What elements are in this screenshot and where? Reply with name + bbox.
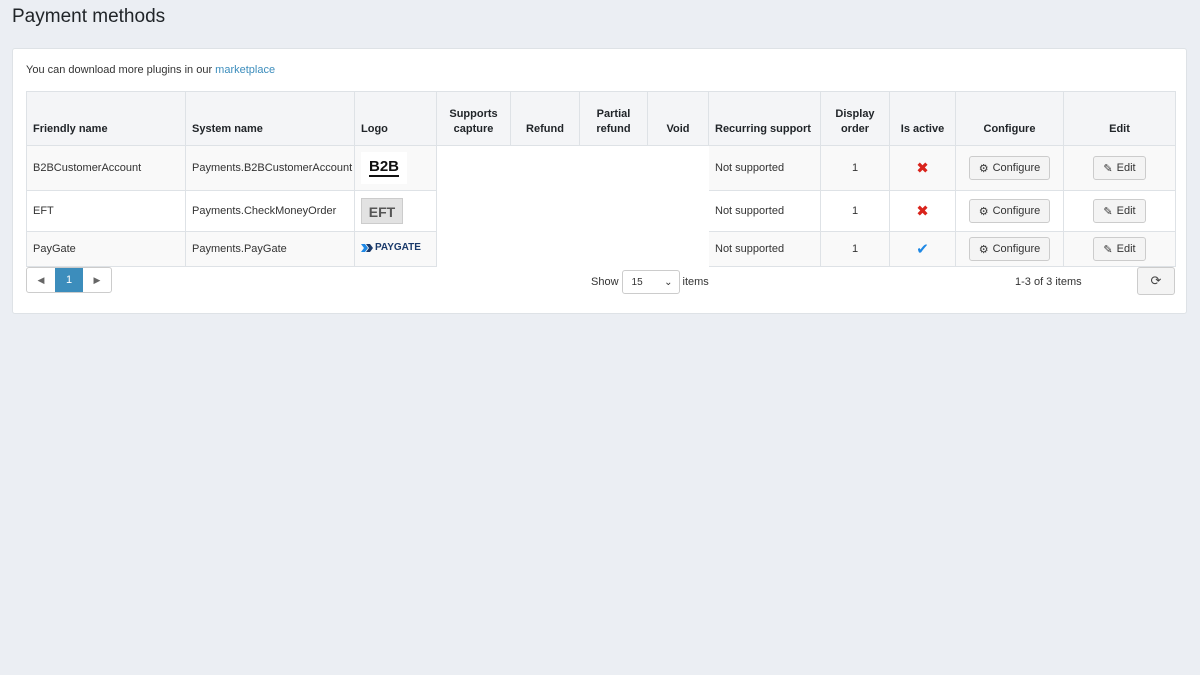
cell-configure: ⚙ Configure — [955, 145, 1064, 191]
cell-supports-capture — [436, 231, 511, 267]
configure-button[interactable]: ⚙ Configure — [968, 199, 1051, 223]
cell-partial-refund — [579, 231, 648, 267]
paygate-logo: PAYGATE — [361, 242, 421, 253]
triangle-right-icon: ▶ — [93, 274, 101, 285]
col-configure: Configure — [955, 91, 1064, 146]
cell-edit: ✎ Edit — [1063, 231, 1176, 267]
cell-system-name: Payments.CheckMoneyOrder — [185, 190, 355, 232]
items-label: items — [682, 276, 709, 288]
col-edit: Edit — [1063, 91, 1176, 146]
cell-is-active: ✔ — [889, 231, 956, 267]
cell-logo: B2B — [354, 145, 437, 191]
configure-button[interactable]: ⚙ Configure — [968, 237, 1051, 261]
cell-void — [647, 145, 709, 191]
cell-is-active: ✖ — [889, 145, 956, 191]
configure-button[interactable]: ⚙ Configure — [968, 156, 1051, 180]
cell-refund — [510, 190, 580, 232]
edit-button[interactable]: ✎ Edit — [1093, 237, 1146, 261]
payment-methods-table: Friendly name System name Logo Supports c… — [26, 91, 1176, 267]
triangle-left-icon: ◀ — [37, 274, 45, 285]
gear-icon: ⚙ — [978, 243, 989, 256]
cell-refund — [510, 231, 580, 267]
pencil-icon: ✎ — [1103, 205, 1113, 218]
col-refund[interactable]: Refund — [510, 91, 580, 146]
cell-system-name: Payments.PayGate — [185, 231, 355, 267]
cell-system-name: Payments.B2BCustomerAccount — [185, 145, 355, 191]
show-label: Show — [591, 276, 619, 288]
col-friendly-name[interactable]: Friendly name — [26, 91, 186, 146]
cell-display-order: 1 — [820, 231, 890, 267]
marketplace-link[interactable]: marketplace — [215, 64, 275, 76]
cell-logo: EFT — [354, 190, 437, 232]
cell-friendly-name: B2BCustomerAccount — [26, 145, 186, 191]
page-title: Payment methods — [12, 6, 166, 27]
b2b-logo: B2B — [361, 152, 407, 184]
refresh-button[interactable]: ⟳ — [1137, 267, 1175, 295]
col-is-active[interactable]: Is active — [889, 91, 956, 146]
cell-friendly-name: PayGate — [26, 231, 186, 267]
col-system-name[interactable]: System name — [185, 91, 355, 146]
items-summary: 1-3 of 3 items — [1015, 276, 1082, 288]
cell-configure: ⚙ Configure — [955, 231, 1064, 267]
next-page-button[interactable]: ▶ — [83, 268, 111, 292]
prev-page-button[interactable]: ◀ — [27, 268, 55, 292]
cell-is-active: ✖ — [889, 190, 956, 232]
cell-partial-refund — [579, 145, 648, 191]
cell-recurring: Not supported — [708, 231, 821, 267]
page-size-select[interactable]: 15 ⌄ — [621, 270, 680, 294]
edit-button[interactable]: ✎ Edit — [1093, 199, 1146, 223]
notice-text: You can download more plugins in our — [26, 64, 216, 76]
page-1-button[interactable]: 1 — [55, 268, 83, 292]
chevron-down-icon: ⌄ — [664, 276, 673, 288]
cell-logo: PAYGATE — [354, 231, 437, 267]
refresh-icon: ⟳ — [1150, 273, 1162, 288]
cell-edit: ✎ Edit — [1063, 145, 1176, 191]
cell-configure: ⚙ Configure — [955, 190, 1064, 232]
eft-logo: EFT — [361, 198, 403, 224]
col-logo: Logo — [354, 91, 437, 146]
active-check-icon: ✔ — [916, 241, 929, 258]
cell-refund — [510, 145, 580, 191]
marketplace-notice: You can download more plugins in our mar… — [26, 64, 275, 76]
cell-recurring: Not supported — [708, 145, 821, 191]
cell-supports-capture — [436, 145, 511, 191]
pencil-icon: ✎ — [1103, 243, 1113, 256]
cell-partial-refund — [579, 190, 648, 232]
page-size-control: Show 15 ⌄ items — [591, 270, 709, 294]
pencil-icon: ✎ — [1103, 162, 1113, 175]
col-void[interactable]: Void — [647, 91, 709, 146]
col-supports-capture[interactable]: Supports capture — [436, 91, 511, 146]
paygate-chevron-icon — [361, 243, 373, 252]
col-display-order[interactable]: Display order — [820, 91, 890, 146]
cell-void — [647, 231, 709, 267]
table-row: PayGate Payments.PayGate PAYGATE Not sup… — [26, 231, 1176, 267]
gear-icon: ⚙ — [978, 162, 989, 175]
payment-methods-card: You can download more plugins in our mar… — [12, 48, 1187, 314]
cell-recurring: Not supported — [708, 190, 821, 232]
cell-display-order: 1 — [820, 190, 890, 232]
inactive-x-icon: ✖ — [916, 160, 929, 177]
table-row: EFT Payments.CheckMoneyOrder EFT Not sup… — [26, 190, 1176, 232]
pagination: ◀ 1 ▶ — [26, 267, 112, 293]
table-header-row: Friendly name System name Logo Supports c… — [26, 91, 1176, 146]
page-size-value: 15 — [631, 276, 643, 288]
cell-supports-capture — [436, 190, 511, 232]
table-row: B2BCustomerAccount Payments.B2BCustomerA… — [26, 145, 1176, 191]
cell-void — [647, 190, 709, 232]
col-partial-refund[interactable]: Partial refund — [579, 91, 648, 146]
cell-edit: ✎ Edit — [1063, 190, 1176, 232]
gear-icon: ⚙ — [978, 205, 989, 218]
col-recurring-support[interactable]: Recurring support — [708, 91, 821, 146]
cell-display-order: 1 — [820, 145, 890, 191]
inactive-x-icon: ✖ — [916, 203, 929, 220]
cell-friendly-name: EFT — [26, 190, 186, 232]
edit-button[interactable]: ✎ Edit — [1093, 156, 1146, 180]
